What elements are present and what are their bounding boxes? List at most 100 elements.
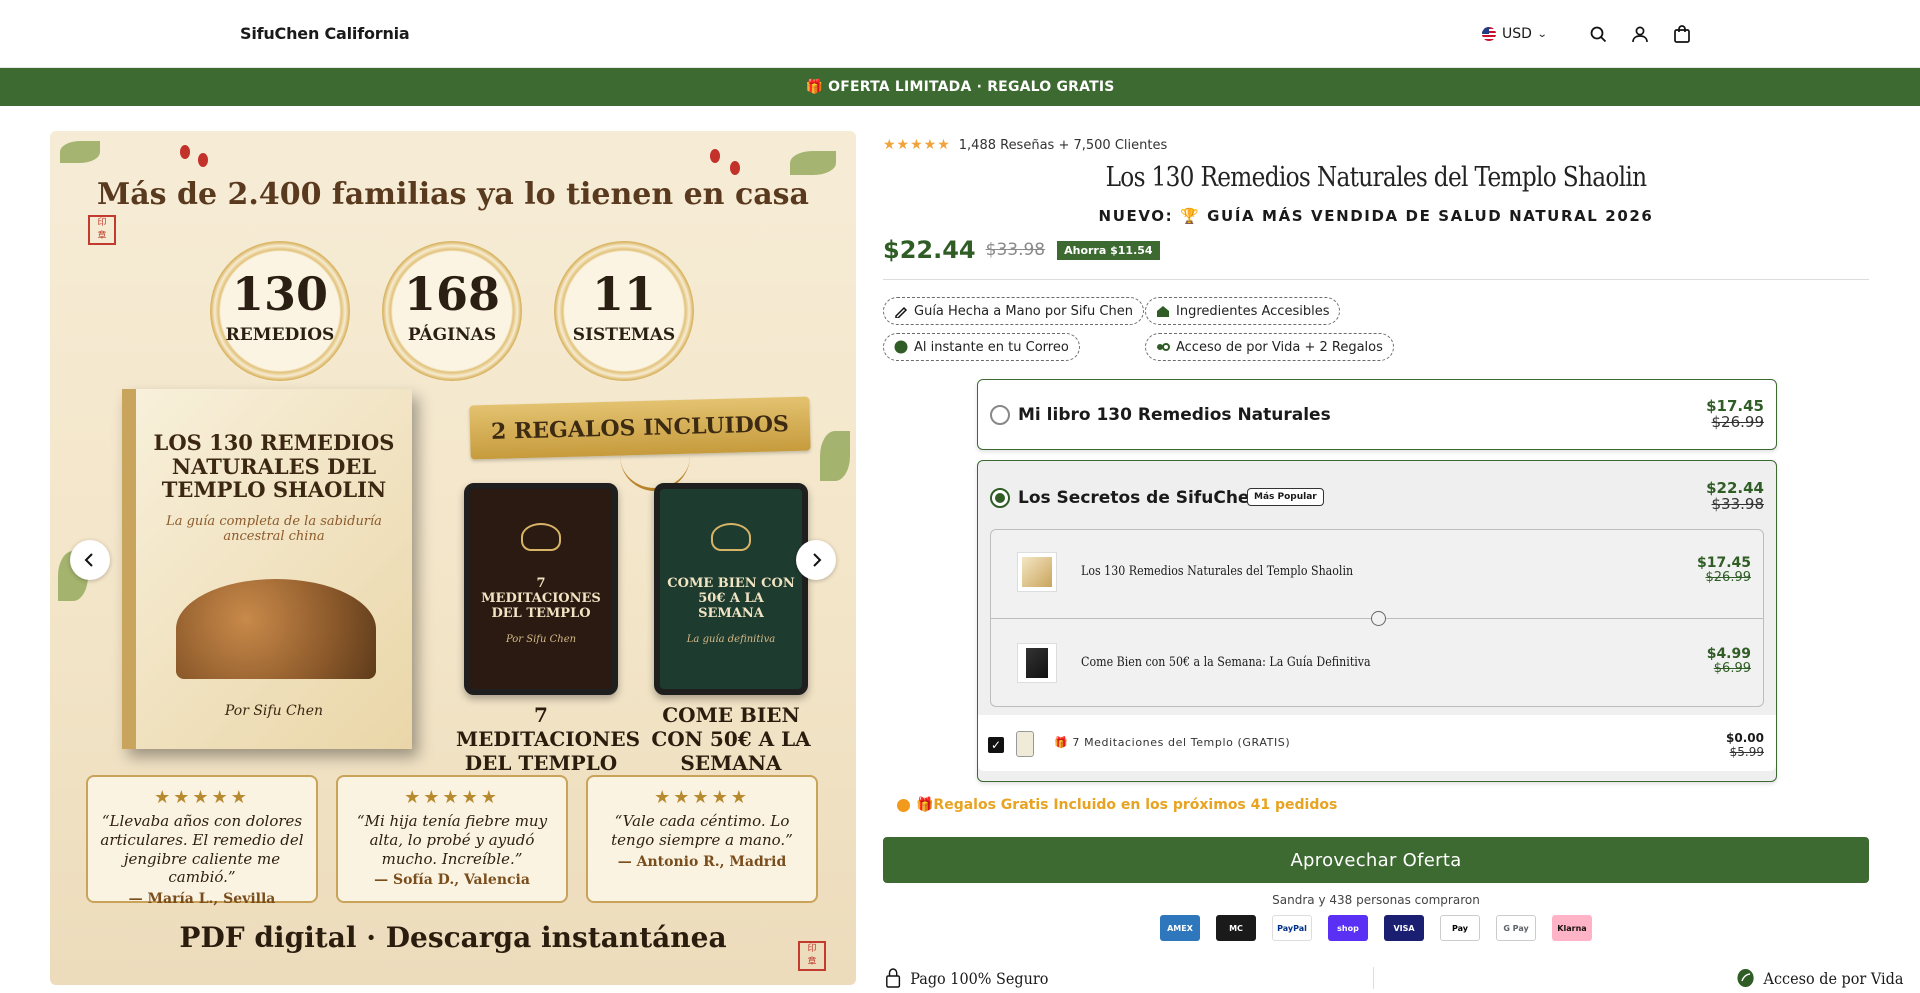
review-card: ★★★★★ “Llevaba años con dolores articula…: [86, 775, 318, 907]
gallery-prev-button[interactable]: [70, 540, 110, 580]
mortar-illustration: [176, 579, 376, 679]
offer-radio-selected[interactable]: [990, 488, 1010, 508]
stat-label: SISTEMAS: [572, 325, 676, 345]
tablet-author: Por Sifu Chen: [505, 633, 577, 645]
current-price: $22.44: [883, 236, 976, 264]
feature-label: Ingredientes Accesibles: [1176, 303, 1330, 319]
mail-icon: [894, 340, 908, 354]
stat-value: 130: [231, 267, 329, 321]
status-dot-icon: [897, 798, 910, 812]
bonus-caption: 7 MEDITACIONES DEL TEMPLO: [456, 703, 641, 775]
review-stars: ★★★★★: [154, 787, 250, 808]
item-thumbnail: [1017, 552, 1057, 592]
feature-label: Al instante en tu Correo: [914, 339, 1069, 355]
divider: [883, 279, 1869, 280]
feature-chip: Acceso de por Vida + 2 Regalos: [1145, 333, 1394, 361]
offer-radio[interactable]: [990, 405, 1010, 425]
offer-option-bundle[interactable]: Los Secretos de SifuChen Más Popular $22…: [977, 460, 1777, 782]
bundle-items: Los 130 Remedios Naturales del Templo Sh…: [990, 529, 1764, 707]
gift-price: $0.00 $5.99: [1726, 731, 1764, 760]
item-price-now: $17.45: [1696, 555, 1751, 571]
flag-us-icon: [1482, 27, 1496, 41]
leaf-decoration: [790, 151, 836, 175]
gallery-next-button[interactable]: [796, 540, 836, 580]
review-card: ★★★★★ “Mi hija tenía fiebre muy alta, lo…: [336, 775, 568, 903]
feature-chip: Al instante en tu Correo: [883, 333, 1080, 361]
site-header: SifuChen California USD ⌄: [0, 0, 1920, 68]
header-actions: USD ⌄: [1482, 22, 1694, 46]
item-price-compare: $6.99: [1713, 660, 1751, 676]
image-headline: Más de 2.400 familias ya lo tienen en ca…: [97, 177, 809, 212]
bag-icon[interactable]: [1670, 22, 1694, 46]
stat-medal: 130 REMEDIOS: [210, 241, 350, 381]
currency-selector[interactable]: USD ⌄: [1482, 26, 1548, 42]
currency-label: USD: [1502, 26, 1532, 42]
review-stars: ★★★★★: [404, 787, 500, 808]
offer-price-compare: $26.99: [1711, 412, 1765, 431]
item-price-now: $4.99: [1706, 646, 1751, 662]
search-icon[interactable]: [1586, 22, 1610, 46]
berry-decoration: [710, 149, 720, 163]
account-icon[interactable]: [1628, 22, 1652, 46]
home-icon: [1157, 306, 1169, 317]
lotus-icon: [521, 523, 561, 551]
leaf-decoration: [60, 141, 100, 163]
price-row: $22.44 $33.98 Ahorra $11.54: [883, 236, 1160, 264]
review-stars: ★★★★★: [654, 787, 750, 808]
stat-medal: 11 SISTEMAS: [554, 241, 694, 381]
tablet-author: La guía definitiva: [686, 633, 776, 645]
book-cover: LOS 130 REMEDIOS NATURALES DEL TEMPLO SH…: [122, 389, 412, 749]
product-title: Los 130 Remedios Naturales del Templo Sh…: [1105, 162, 1648, 193]
shop-pay-icon: shop: [1328, 915, 1368, 941]
trust-divider: [1373, 967, 1374, 989]
gifts-ribbon: 2 REGALOS INCLUIDOS: [469, 396, 811, 460]
bundle-item: Come Bien con 50€ a la Semana: La Guía D…: [991, 619, 1763, 707]
paypal-icon: PayPal: [1272, 915, 1312, 941]
feature-chip: Ingredientes Accesibles: [1145, 297, 1341, 325]
bundle-item: Los 130 Remedios Naturales del Templo Sh…: [991, 530, 1763, 618]
gift-row: ✓ 🎁 7 Meditaciones del Templo (GRATIS) $…: [978, 715, 1776, 771]
rating-text: 1,488 Reseñas + 7,500 Clientes: [958, 137, 1168, 153]
visa-icon: VISA: [1384, 915, 1424, 941]
apple-pay-icon: Pay: [1440, 915, 1480, 941]
offer-option-single[interactable]: Mi libro 130 Remedios Naturales $17.45 $…: [977, 379, 1777, 450]
offer-price: $17.45 $26.99: [1706, 398, 1765, 431]
buy-now-button[interactable]: Aprovechar Oferta: [883, 837, 1869, 883]
lock-icon: [886, 968, 901, 988]
feature-label: Acceso de por Vida + 2 Regalos: [1176, 339, 1383, 355]
offer-label: Mi libro 130 Remedios Naturales: [1018, 405, 1331, 425]
gift-price-now: $0.00: [1726, 731, 1764, 745]
gift-checkbox[interactable]: ✓: [988, 737, 1004, 753]
feature-chip: Guía Hecha a Mano por Sifu Chen: [883, 297, 1144, 325]
klarna-icon: Klarna: [1552, 915, 1592, 941]
popular-badge: Más Popular: [1247, 488, 1324, 506]
image-footer: PDF digital · Descarga instantánea: [179, 921, 727, 954]
book-author: Por Sifu Chen: [224, 703, 324, 719]
tablet-title: COME BIEN CON 50€ A LA SEMANA: [667, 576, 795, 621]
leaf-icon: [1737, 969, 1754, 987]
review-author: — Antonio R., Madrid: [617, 853, 787, 870]
review-author: — María L., Sevilla: [128, 891, 276, 907]
review-quote: “Vale cada céntimo. Lo tengo siempre a m…: [611, 812, 793, 849]
pen-icon: [895, 306, 908, 318]
stat-value: 168: [403, 267, 501, 321]
star-rating-icon: ★★★★★: [883, 137, 951, 153]
brand-logo[interactable]: SifuChen California: [240, 24, 410, 43]
review-card: ★★★★★ “Vale cada céntimo. Lo tengo siemp…: [586, 775, 818, 903]
urgency-text: 🎁Regalos Gratis Incluido en los próximos…: [916, 797, 1338, 813]
offer-label: Los Secretos de SifuChen: [1018, 488, 1262, 508]
infinity-icon: [1157, 343, 1170, 351]
rating-summary[interactable]: ★★★★★ 1,488 Reseñas + 7,500 Clientes: [883, 137, 1167, 153]
stat-medal: 168 PÁGINAS: [382, 241, 522, 381]
review-quote: “Mi hija tenía fiebre muy alta, lo probé…: [356, 812, 548, 868]
feature-label: Guía Hecha a Mano por Sifu Chen: [914, 303, 1133, 319]
tablet-title: 7 MEDITACIONES DEL TEMPLO: [481, 576, 601, 621]
product-image: 印章 印章 Más de 2.400 familias ya lo tienen…: [50, 131, 856, 985]
berry-decoration: [730, 161, 740, 175]
offer-price: $22.44 $33.98: [1706, 480, 1764, 513]
bonus-caption: COME BIEN CON 50€ A LA SEMANA: [651, 703, 811, 775]
berry-decoration: [198, 153, 208, 167]
bowl-icon: [711, 523, 751, 551]
stat-value: 11: [591, 267, 656, 321]
social-proof: Sandra y 438 personas compraron: [1272, 893, 1480, 907]
